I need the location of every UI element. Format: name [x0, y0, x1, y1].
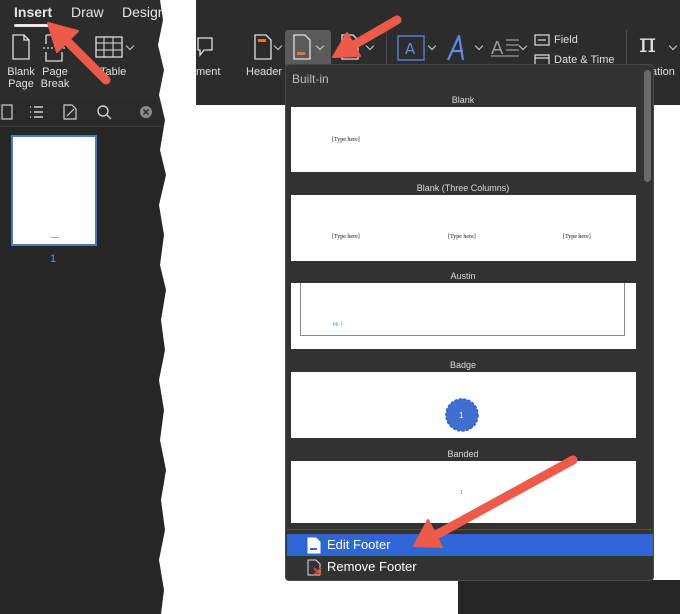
annotation-arrows — [47, 15, 578, 548]
